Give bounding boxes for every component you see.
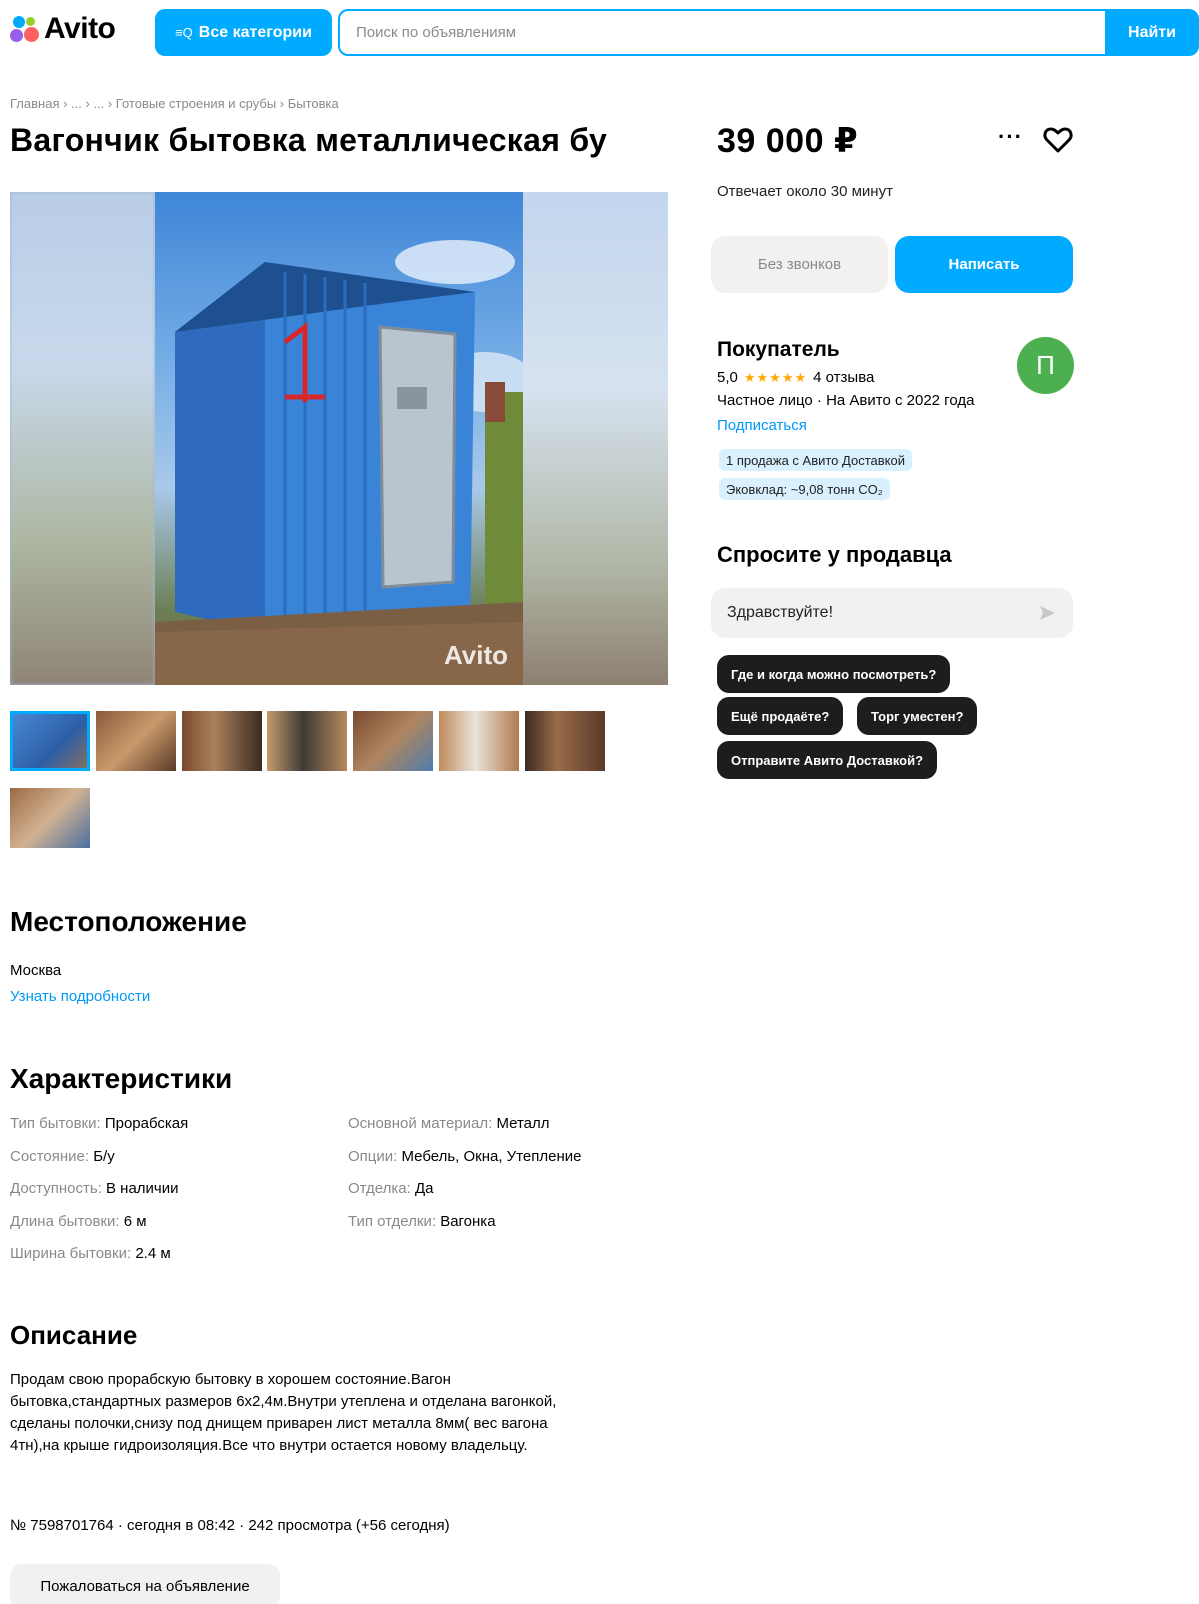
favorite-heart-icon[interactable] [1042, 124, 1074, 156]
rating-value: 5,0 [717, 369, 738, 386]
search-input[interactable] [356, 24, 1106, 41]
spec-item: Длина бытовки: 6 м [10, 1213, 147, 1230]
seller-rating[interactable]: 5,0 ★★★★★ 4 отзыва [717, 369, 874, 386]
seller-avatar[interactable]: П [1017, 337, 1074, 394]
thumbnail-6[interactable] [439, 711, 519, 771]
search-button[interactable]: Найти [1105, 9, 1199, 56]
spec-item: Опции: Мебель, Окна, Утепление [348, 1148, 582, 1165]
no-calls-button[interactable]: Без звонков [711, 236, 888, 293]
spec-item: Основной материал: Металл [348, 1115, 550, 1132]
description-line: сделаны полочки,снизу под днищем приваре… [10, 1415, 548, 1432]
ask-message-text: Здравствуйте! [727, 604, 834, 621]
spec-item: Тип отделки: Вагонка [348, 1213, 496, 1230]
thumbnail-7[interactable] [525, 711, 605, 771]
seller-name[interactable]: Покупатель [717, 338, 840, 362]
thumbnail-8[interactable] [10, 788, 90, 848]
more-options-button[interactable]: ··· [998, 124, 1023, 150]
specs-title: Характеристики [10, 1063, 233, 1094]
description-line: Продам свою прорабскую бытовку в хорошем… [10, 1371, 451, 1388]
location-city: Москва [10, 962, 62, 979]
reply-time: Отвечает около 30 минут [717, 183, 893, 200]
spec-item: Отделка: Да [348, 1180, 434, 1197]
photo-blur-left [10, 192, 155, 685]
breadcrumb[interactable]: Главная › ... › ... › Готовые строения и… [10, 96, 339, 111]
location-details-link[interactable]: Узнать подробности [10, 988, 150, 1005]
search-box[interactable] [338, 9, 1108, 56]
spec-item: Состояние: Б/у [10, 1148, 115, 1165]
reviews-count[interactable]: 4 отзыва [813, 369, 874, 386]
description-line: 4тн),на крыше гидроизоляция.Все что внут… [10, 1437, 528, 1454]
logo-text: Avito [44, 12, 116, 45]
report-listing-button[interactable]: Пожаловаться на объявление [10, 1564, 280, 1604]
categories-icon: ≡Q [175, 25, 193, 40]
spec-item: Тип бытовки: Прорабская [10, 1115, 189, 1132]
quick-question-chip[interactable]: Ещё продаёте? [717, 697, 844, 735]
photo-blur-right [523, 192, 668, 685]
thumbnail-4[interactable] [267, 711, 347, 771]
description-text: Продам свою прорабскую бытовку в хорошем… [10, 1369, 650, 1457]
send-icon[interactable] [1037, 603, 1057, 623]
thumbnail-1[interactable] [10, 711, 90, 771]
main-photo[interactable]: Avito [10, 192, 668, 685]
all-categories-button[interactable]: ≡Q Все категории [155, 9, 332, 56]
eco-badge: Эковклад: ~9,08 тонн CO₂ [719, 478, 890, 500]
all-categories-label: Все категории [198, 23, 312, 41]
logo-dots-icon [10, 14, 40, 44]
thumbnail-3[interactable] [182, 711, 262, 771]
description-title: Описание [10, 1320, 138, 1350]
photo-content [155, 192, 535, 685]
header: Avito ≡Q Все категории Найти [0, 0, 1199, 64]
write-message-button[interactable]: Написать [895, 236, 1073, 293]
description-line: бытовка,стандартных размеров 6х2,4м.Внут… [10, 1393, 557, 1410]
quick-question-chip[interactable]: Торг уместен? [857, 697, 978, 735]
seller-type: Частное лицо · На Авито с 2022 года [717, 392, 975, 409]
photo-watermark: Avito [443, 640, 508, 670]
spec-item: Ширина бытовки: 2.4 м [10, 1245, 171, 1262]
avito-logo[interactable]: Avito [10, 12, 116, 46]
delivery-sales-badge: 1 продажа с Авито Доставкой [719, 449, 912, 471]
quick-question-chip[interactable]: Отправите Авито Доставкой? [717, 741, 938, 779]
subscribe-link[interactable]: Подписаться [717, 417, 807, 434]
thumbnail-2[interactable] [96, 711, 176, 771]
price: 39 000 ₽ [717, 122, 859, 160]
thumbnail-5[interactable] [353, 711, 433, 771]
ask-message-field[interactable]: Здравствуйте! [711, 588, 1073, 638]
trailer-illustration [155, 240, 535, 685]
location-title: Местоположение [10, 906, 247, 937]
spec-item: Доступность: В наличии [10, 1180, 179, 1197]
rating-stars-icon: ★★★★★ [743, 369, 808, 385]
quick-question-chip[interactable]: Где и когда можно посмотреть? [717, 655, 951, 693]
listing-meta: № 7598701764 · сегодня в 08:42 · 242 про… [10, 1517, 450, 1534]
listing-title: Вагончик бытовка металлическая бу [10, 122, 608, 158]
ask-seller-title: Спросите у продавца [717, 542, 952, 567]
